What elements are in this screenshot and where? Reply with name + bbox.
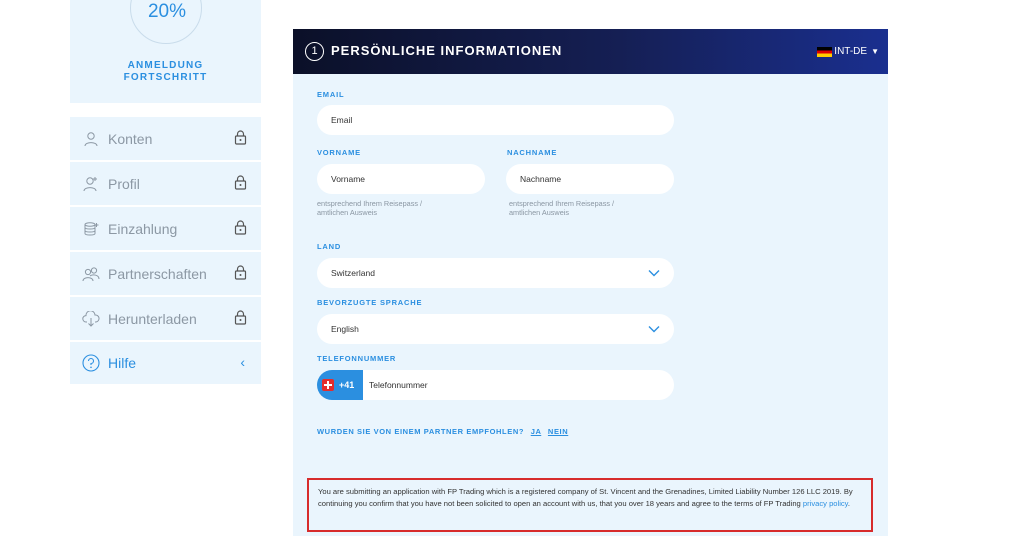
- disclaimer-text: You are submitting an application with F…: [318, 487, 853, 508]
- email-label: EMAIL: [317, 90, 345, 99]
- email-field[interactable]: Email: [317, 105, 674, 135]
- partner-no-link[interactable]: NEIN: [548, 427, 568, 436]
- sidebar-item-label: Profil: [108, 175, 140, 192]
- country-select[interactable]: Switzerland: [317, 258, 674, 288]
- sidebar-item-herunterladen[interactable]: Herunterladen: [70, 297, 261, 340]
- lastname-hint: entsprechend Ihrem Reisepass / amtlichen…: [509, 199, 614, 217]
- panel-header: 1 PERSÖNLICHE INFORMATIONEN INT-DE ▼: [293, 29, 888, 74]
- germany-flag-icon: [817, 46, 833, 57]
- hint-line: amtlichen Ausweis: [509, 208, 570, 217]
- page: 20% ANMELDUNG FORTSCHRITT Konten Profil: [0, 0, 1024, 536]
- language-select[interactable]: English: [317, 314, 674, 344]
- disclaimer-box: You are submitting an application with F…: [307, 478, 873, 532]
- hint-line: entsprechend Ihrem Reisepass /: [509, 199, 615, 208]
- phone-field[interactable]: +41 Telefonnummer: [317, 370, 674, 400]
- user-plus-icon: [82, 175, 100, 193]
- lock-icon: [234, 220, 247, 235]
- hint-line: amtlichen Ausweis: [317, 208, 378, 217]
- country-label: LAND: [317, 242, 342, 251]
- sidebar-item-einzahlung[interactable]: Einzahlung: [70, 207, 261, 250]
- lock-icon: [234, 265, 247, 280]
- caret-down-icon: ▼: [871, 47, 879, 56]
- firstname-field[interactable]: Vorname: [317, 164, 485, 194]
- phone-label: TELEFONNUMMER: [317, 354, 397, 363]
- partner-question: WURDEN SIE VON EINEM PARTNER EMPFOHLEN? …: [317, 427, 568, 436]
- country-code-selector[interactable]: +41: [317, 370, 363, 400]
- sidebar-item-label: Konten: [108, 130, 153, 147]
- sidebar-item-hilfe[interactable]: Hilfe ‹: [70, 342, 261, 384]
- progress-label: ANMELDUNG FORTSCHRITT: [70, 60, 261, 84]
- sidebar-item-konten[interactable]: Konten: [70, 117, 261, 160]
- progress-value: 20%: [147, 1, 187, 22]
- sidebar-item-label: Hilfe: [108, 355, 137, 371]
- lock-icon: [234, 130, 247, 145]
- coins-icon: [82, 220, 100, 238]
- hint-line: entsprechend Ihrem Reisepass /: [317, 199, 423, 208]
- language-label: INT-DE: [834, 46, 868, 57]
- switzerland-flag-icon: [322, 379, 334, 391]
- partner-yes-link[interactable]: JA: [531, 427, 542, 436]
- language-pref-label: BEVORZUGTE SPRACHE: [317, 298, 423, 307]
- country-value: Switzerland: [331, 268, 375, 278]
- user-icon: [82, 130, 100, 148]
- step-number: 1: [305, 42, 324, 61]
- progress-label-line2: FORTSCHRITT: [123, 72, 208, 83]
- language-value: English: [331, 324, 359, 334]
- sidebar-item-label: Herunterladen: [108, 310, 197, 327]
- sidebar-item-partnerschaften[interactable]: Partnerschaften: [70, 252, 261, 295]
- sidebar-item-profil[interactable]: Profil: [70, 162, 261, 205]
- disclaimer-end: .: [847, 499, 851, 508]
- page-title: PERSÖNLICHE INFORMATIONEN: [331, 43, 563, 58]
- help-icon: [82, 354, 100, 372]
- lock-icon: [234, 175, 247, 190]
- privacy-policy-link[interactable]: privacy policy: [803, 499, 848, 508]
- sidebar-item-label: Partnerschaften: [108, 265, 207, 282]
- phone-placeholder: Telefonnummer: [369, 380, 428, 390]
- chevron-down-icon: [648, 326, 660, 333]
- lastname-label: NACHNAME: [507, 148, 558, 157]
- language-selector[interactable]: INT-DE ▼: [817, 46, 879, 57]
- chevron-down-icon: [648, 270, 660, 277]
- progress-card: 20% ANMELDUNG FORTSCHRITT: [70, 0, 261, 103]
- partner-question-text: WURDEN SIE VON EINEM PARTNER EMPFOHLEN?: [317, 427, 525, 436]
- lock-icon: [234, 310, 247, 325]
- progress-label-line1: ANMELDUNG: [127, 60, 204, 71]
- lastname-field[interactable]: Nachname: [506, 164, 674, 194]
- personal-info-panel: 1 PERSÖNLICHE INFORMATIONEN INT-DE ▼ EMA…: [293, 29, 888, 536]
- country-code: +41: [339, 380, 355, 390]
- partners-icon: [82, 265, 100, 283]
- sidebar-item-label: Einzahlung: [108, 220, 178, 237]
- chevron-left-icon: ‹: [240, 354, 245, 370]
- cloud-download-icon: [82, 310, 100, 328]
- firstname-hint: entsprechend Ihrem Reisepass / amtlichen…: [317, 199, 422, 217]
- sidebar-nav: Konten Profil Einzahlung Partnerschaften…: [70, 117, 261, 386]
- firstname-label: VORNAME: [317, 148, 361, 157]
- progress-ring: 20%: [130, 0, 202, 44]
